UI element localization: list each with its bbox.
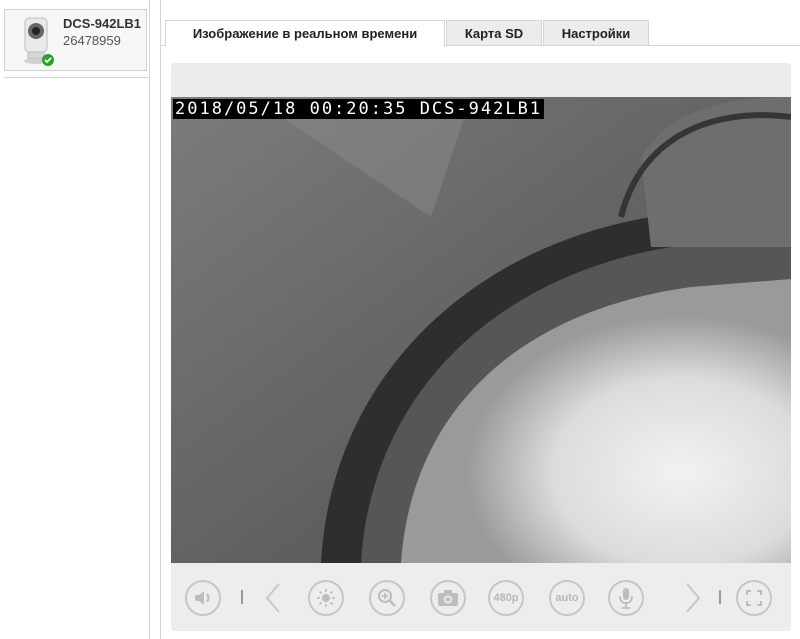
sun-icon [317,589,335,607]
chevron-left-icon[interactable] [263,580,283,616]
zoom-in-icon [378,589,396,607]
camera-device-icon [24,17,54,66]
device-name: DCS-942LB1 [63,16,142,31]
separator [719,590,721,604]
camera-icon [438,590,458,606]
device-sidebar: DCS-942LB1 26478959 [0,0,150,639]
chevron-right-icon[interactable] [683,580,703,616]
speaker-icon [195,591,210,605]
snapshot-button[interactable] [430,580,466,616]
video-header-bar [171,63,791,97]
video-frame-image [171,97,791,563]
tab-settings[interactable]: Настройки [543,20,649,46]
microphone-button[interactable] [608,580,644,616]
volume-button[interactable] [185,580,221,616]
video-osd-timestamp: 2018/05/18 00:20:35 DCS-942LB1 [173,99,545,119]
device-serial: 26478959 [63,33,121,48]
zoom-button[interactable] [369,580,405,616]
fullscreen-icon [746,590,762,606]
tab-bar: Изображение в реальном времени Карта SD … [161,20,800,47]
live-video-feed[interactable]: 2018/05/18 00:20:35 DCS-942LB1 [171,97,791,563]
fullscreen-button[interactable] [736,580,772,616]
tab-live-view[interactable]: Изображение в реальном времени [165,20,445,47]
tab-sd-card[interactable]: Карта SD [446,20,542,46]
microphone-icon [619,588,633,609]
device-card[interactable]: DCS-942LB1 26478959 [4,9,147,71]
sidebar-divider [4,77,150,78]
brightness-button[interactable] [308,580,344,616]
main-panel: Изображение в реальном времени Карта SD … [160,0,800,639]
separator [241,590,243,604]
video-controls-bar: 480p auto [171,563,791,631]
auto-mode-button[interactable]: auto [549,580,585,616]
resolution-button[interactable]: 480p [488,580,524,616]
